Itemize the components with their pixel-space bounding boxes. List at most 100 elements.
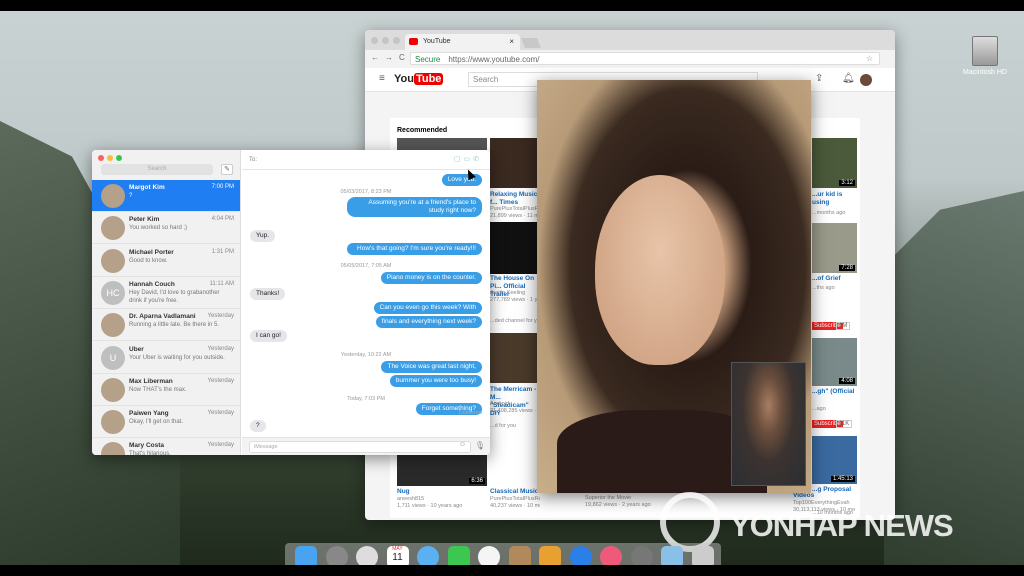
search-input[interactable]: Search [101,164,213,175]
video-meta: 1,711 views · 10 years ago [397,503,463,509]
account-avatar[interactable] [860,74,872,86]
video-title[interactable]: ...of Grief [812,275,841,283]
conversation-time: 7:00 PM [211,184,234,190]
video-thumbnail[interactable]: 4:08 [812,338,857,386]
close-tab-icon[interactable]: × [509,37,514,46]
call-icons[interactable]: ▢▭✆ [454,155,482,163]
video-thumbnail[interactable] [490,222,540,274]
facetime-window [537,80,811,493]
minimize-button[interactable] [382,37,389,44]
secure-badge: Secure [415,55,441,64]
video-thumbnail[interactable]: 3:12 [812,138,857,188]
zoom-button[interactable] [393,37,400,44]
compose-button[interactable]: ✎ [221,164,233,175]
contact-name: Peter Kim [129,216,160,224]
video-duration: 1:45:13 [830,476,855,482]
video-channel: Android [490,401,509,407]
contact-name: Michael Porter [129,248,174,256]
sent-message: Love you. [441,174,482,186]
video-thumbnail[interactable] [490,333,540,383]
avatar [101,410,125,435]
video-thumbnail[interactable]: 7:28 [812,223,857,273]
message-preview: Running a little late. Be there in 5. [129,322,220,329]
video-channel: Austin Keeling [490,290,526,296]
hamburger-menu-icon[interactable]: ≡ [379,73,385,84]
subscriber-count: 11K [836,420,853,428]
avatar: U [101,345,125,370]
conversation-item[interactable]: Max Liberman Yesterday Now THAT's the max. [92,374,240,406]
youtube-logo[interactable]: You Tube [394,73,444,85]
letterbox-bottom [0,565,1024,576]
delivery-status: Delivered [458,410,482,416]
close-button[interactable] [371,37,378,44]
macintosh-hd-drive[interactable]: Macintosh HD [955,36,1015,76]
conversation-item[interactable]: HC Hannah Couch 11:11 AM Hey David, I'd lov… [92,277,240,309]
nav-buttons[interactable]: ←→C [371,53,411,62]
video-thumbnail[interactable]: 1:45:13 [812,436,857,484]
emoji-icon[interactable]: ☺ [459,441,466,448]
video-title[interactable]: Relaxing Music f... Times [490,191,540,207]
received-message: I can go! [250,330,287,342]
calendar-day: 11 [392,552,403,563]
chat-pane: To: ▢▭✆ Love you. 05/03/2017, 8:23 PM Assum… [242,150,490,455]
message-preview: Your Uber is waiting for you outside. [129,354,225,361]
bookmark-star-icon[interactable]: ☆ [866,54,873,63]
self-view-pip[interactable] [731,362,806,486]
avatar: HC [101,280,125,305]
url-bar[interactable]: Secure https://www.youtube.com/ ☆ [410,52,880,65]
microphone-icon[interactable]: 🎙︎ [475,441,485,450]
url-text: https://www.youtube.com/ [448,55,540,64]
video-title[interactable]: Classical Music f... [490,488,540,496]
message-input[interactable]: iMessage [249,441,471,453]
conversation-item[interactable]: U Uber Yesterday Your Uber is waiting for y… [92,342,240,374]
conversation-item[interactable]: Margot Kim 7:00 PM? [92,180,240,212]
watermark-text: YONHAP NEWS [730,508,954,543]
video-title[interactable]: ...ur kid is using [812,191,860,207]
caller-video [595,175,725,365]
conversation-item[interactable]: Peter Kim 4:04 PM You worked so hard ;) [92,212,240,245]
video-meta: 21,408,285 views · 9... [490,408,540,414]
section-title: Recommended [397,127,448,134]
message-preview: Now THAT's the max. [129,386,187,393]
contact-name: Uber [129,345,144,353]
upload-icon[interactable]: ⇪ [815,73,823,84]
avatar [101,377,125,402]
for-you-text: ...d for you [490,423,516,429]
conversation-item[interactable]: Paiwen Yang Yesterday Okay, I'll get on th… [92,406,240,439]
video-meta: 21,899 views · 11 mo... [490,213,540,219]
video-duration: 7:28 [839,265,855,271]
conversation-item[interactable]: Mary Costa Yesterday That's hilarious. [92,438,240,455]
video-channel: PurePlusTotalPlusRe... [490,206,540,212]
recipient-field[interactable]: To: ▢▭✆ [242,150,490,170]
timestamp: 05/03/2017, 8:23 PM [340,189,392,195]
video-title[interactable]: ...gh" (Official [812,388,854,396]
zoom-button[interactable] [116,155,122,161]
tab-youtube[interactable]: YouTube × [405,34,520,50]
conversation-item[interactable]: Dr. Aparna Vadlamani Yesterday Running a l… [92,309,240,342]
address-bar-row: ←→C Secure https://www.youtube.com/ ☆ [365,50,895,68]
contact-name: Mary Costa [129,442,165,450]
video-title[interactable]: Nug [397,488,410,496]
notifications-bell-icon[interactable]: 🔔︎ [842,73,855,84]
contact-name: Paiwen Yang [129,410,169,418]
conversation-time: 1:31 PM [211,248,234,255]
video-thumbnail[interactable] [490,138,540,188]
conversation-item[interactable]: Michael Porter 1:31 PM Good to know. [92,245,240,277]
contact-name: Margot Kim [129,184,165,191]
sent-message: How's that going? I'm sure you're ready!… [347,243,482,255]
message-preview: Okay, I'll get on that. [129,419,184,426]
sent-message: Can you even go this week? With [373,302,482,314]
drive-label: Macintosh HD [963,69,1007,76]
youtube-favicon-icon [409,38,418,45]
tab-bar: YouTube × [365,30,895,50]
new-tab-button[interactable] [521,38,541,48]
video-channel: Superior the Movie [585,495,632,501]
input-bar: iMessage ☺ 🎙︎ [242,437,490,455]
minimize-button[interactable] [107,155,113,161]
video-duration: 6:36 [469,478,485,484]
video-duration: 3:12 [839,180,855,186]
video-meta: ...ago [812,406,826,412]
close-button[interactable] [98,155,104,161]
avatar [101,216,125,241]
message-preview: Hey David, I'd love to grabanother drink… [129,289,220,304]
